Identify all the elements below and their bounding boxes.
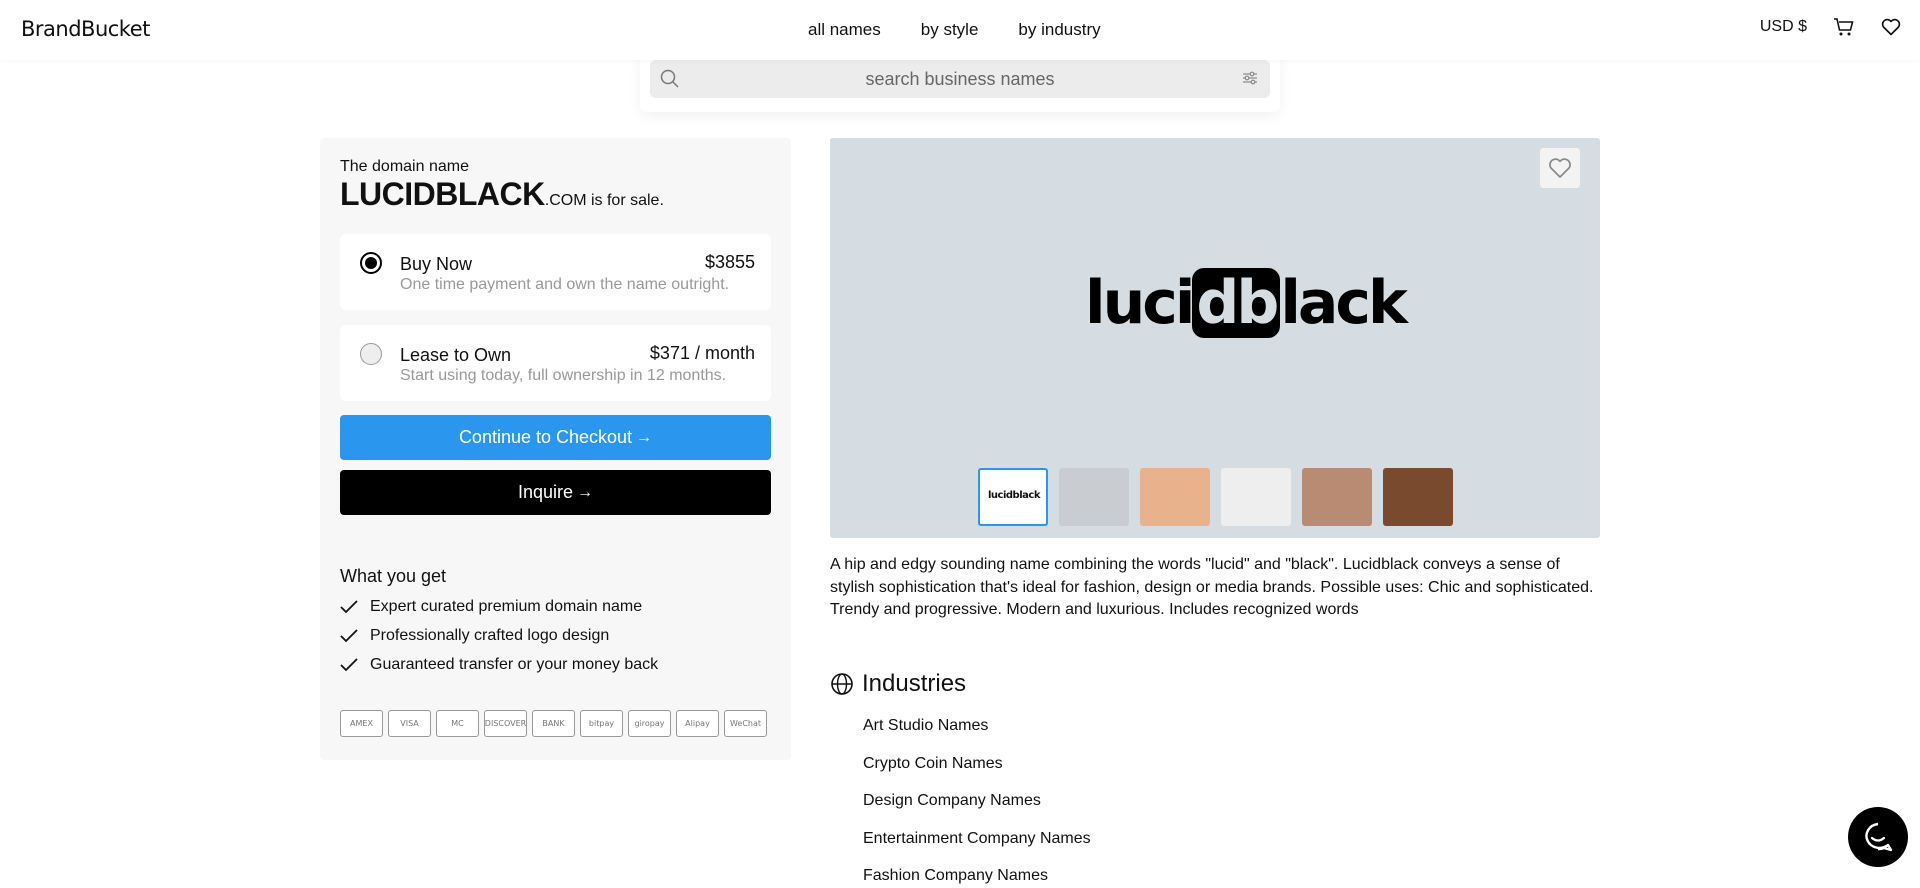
benefit-item: Expert curated premium domain name <box>340 592 658 621</box>
nav-all-names[interactable]: all names <box>808 20 881 40</box>
domain-name-text: LUCIDBLACK <box>340 176 545 212</box>
checkout-button[interactable]: Continue to Checkout → <box>340 415 771 460</box>
logo-part: db <box>1192 268 1281 338</box>
thumbnail-mockup[interactable] <box>1221 468 1291 526</box>
domain-tld: .COM <box>544 192 587 209</box>
thumb-logo-text: lucidblack <box>988 490 1040 501</box>
check-icon <box>340 599 358 613</box>
industry-link[interactable]: Art Studio Names <box>863 713 1091 751</box>
check-icon <box>340 657 358 671</box>
industry-link[interactable]: Crypto Coin Names <box>863 751 1091 789</box>
thumbnail-strip: lucidblack <box>978 468 1453 526</box>
visa-icon: VISA <box>388 710 431 737</box>
industry-link[interactable]: Entertainment Company Names <box>863 826 1091 864</box>
logo-part: luci <box>1085 268 1195 338</box>
option-title: Buy Now <box>400 254 473 274</box>
search-icon[interactable] <box>660 69 680 94</box>
search-container <box>640 54 1280 112</box>
wechat-icon: WeChat <box>724 710 767 737</box>
thumbnail-mockup[interactable] <box>1383 468 1453 526</box>
header-actions: USD $ <box>1760 17 1901 37</box>
name-description: A hip and edgy sounding name combining t… <box>830 556 1594 618</box>
benefit-text: Guaranteed transfer or your money back <box>370 655 659 673</box>
industries-heading: Industries <box>830 670 966 698</box>
radio-lease-to-own[interactable] <box>360 343 382 365</box>
thumbnail-mockup[interactable] <box>1302 468 1372 526</box>
arrow-right-icon: → <box>577 483 594 501</box>
industry-link[interactable]: Design Company Names <box>863 788 1091 826</box>
nav-by-industry[interactable]: by industry <box>1018 20 1100 40</box>
benefit-item: Professionally crafted logo design <box>340 621 658 650</box>
benefit-item: Guaranteed transfer or your money back <box>340 650 658 679</box>
industries-title: Industries <box>862 670 967 697</box>
alipay-icon: Alipay <box>676 710 719 737</box>
main-nav: all names by style by industry <box>808 20 1101 40</box>
for-sale-text: is for sale. <box>586 192 664 209</box>
heart-icon <box>1549 158 1571 178</box>
inquire-label: Inquire <box>517 482 574 502</box>
logo-preview: lucidblack lucidblack <box>830 138 1600 538</box>
discover-icon: DISCOVER <box>484 710 527 737</box>
radio-buy-now[interactable] <box>360 252 382 274</box>
site-header: BrandBucket all names by style by indust… <box>0 0 1920 60</box>
payment-methods: AMEX VISA MC DISCOVER BANK bitpay giropa… <box>340 710 767 737</box>
thumbnail-mockup[interactable] <box>1140 468 1210 526</box>
arrow-right-icon: → <box>636 428 653 446</box>
inquire-button[interactable]: Inquire → <box>340 470 771 515</box>
brand-logo-preview: lucidblack <box>1085 268 1408 338</box>
option-title: Lease to Own <box>400 345 512 365</box>
brand-logo[interactable]: BrandBucket <box>21 17 150 41</box>
what-you-get-list: Expert curated premium domain name Profe… <box>340 592 658 679</box>
checkout-label: Continue to Checkout <box>458 427 633 447</box>
search-bar <box>650 60 1270 98</box>
chat-icon <box>1865 822 1893 852</box>
giropay-icon: giropay <box>628 710 671 737</box>
favorite-button[interactable] <box>1540 148 1580 188</box>
what-you-get-title: What you get <box>340 566 447 586</box>
bitpay-icon: bitpay <box>580 710 623 737</box>
chat-button[interactable] <box>1848 807 1908 867</box>
globe-icon <box>831 673 853 695</box>
benefit-text: Expert curated premium domain name <box>370 597 643 615</box>
option-subtitle: Start using today, full ownership in 12 … <box>400 367 727 384</box>
option-lease-to-own[interactable]: Lease to Own $371 / month Start using to… <box>340 325 771 401</box>
heart-icon[interactable] <box>1881 18 1901 36</box>
industries-list: Art Studio Names Crypto Coin Names Desig… <box>863 713 1091 888</box>
option-price: $3855 <box>704 252 755 272</box>
domain-name: LUCIDBLACK.COM is for sale. <box>340 176 664 213</box>
purchase-panel: The domain name LUCIDBLACK.COM is for sa… <box>320 138 791 760</box>
benefit-text: Professionally crafted logo design <box>370 626 610 644</box>
mastercard-icon: MC <box>436 710 479 737</box>
bank-icon: BANK <box>532 710 575 737</box>
amex-icon: AMEX <box>340 710 383 737</box>
option-buy-now[interactable]: Buy Now $3855 One time payment and own t… <box>340 234 771 310</box>
cart-icon[interactable] <box>1833 17 1855 37</box>
currency-selector[interactable]: USD $ <box>1760 18 1807 36</box>
domain-label: The domain name <box>340 158 469 175</box>
check-icon <box>340 628 358 642</box>
thumbnail-mockup[interactable] <box>1059 468 1129 526</box>
search-input[interactable] <box>690 60 1230 98</box>
logo-part: lack <box>1280 268 1408 338</box>
nav-by-style[interactable]: by style <box>921 20 979 40</box>
thumbnail-logo[interactable]: lucidblack <box>978 468 1048 526</box>
option-price: $371 / month <box>649 343 755 363</box>
option-subtitle: One time payment and own the name outrig… <box>400 276 730 293</box>
filter-icon[interactable] <box>1242 71 1258 90</box>
industry-link[interactable]: Fashion Company Names <box>863 863 1091 888</box>
